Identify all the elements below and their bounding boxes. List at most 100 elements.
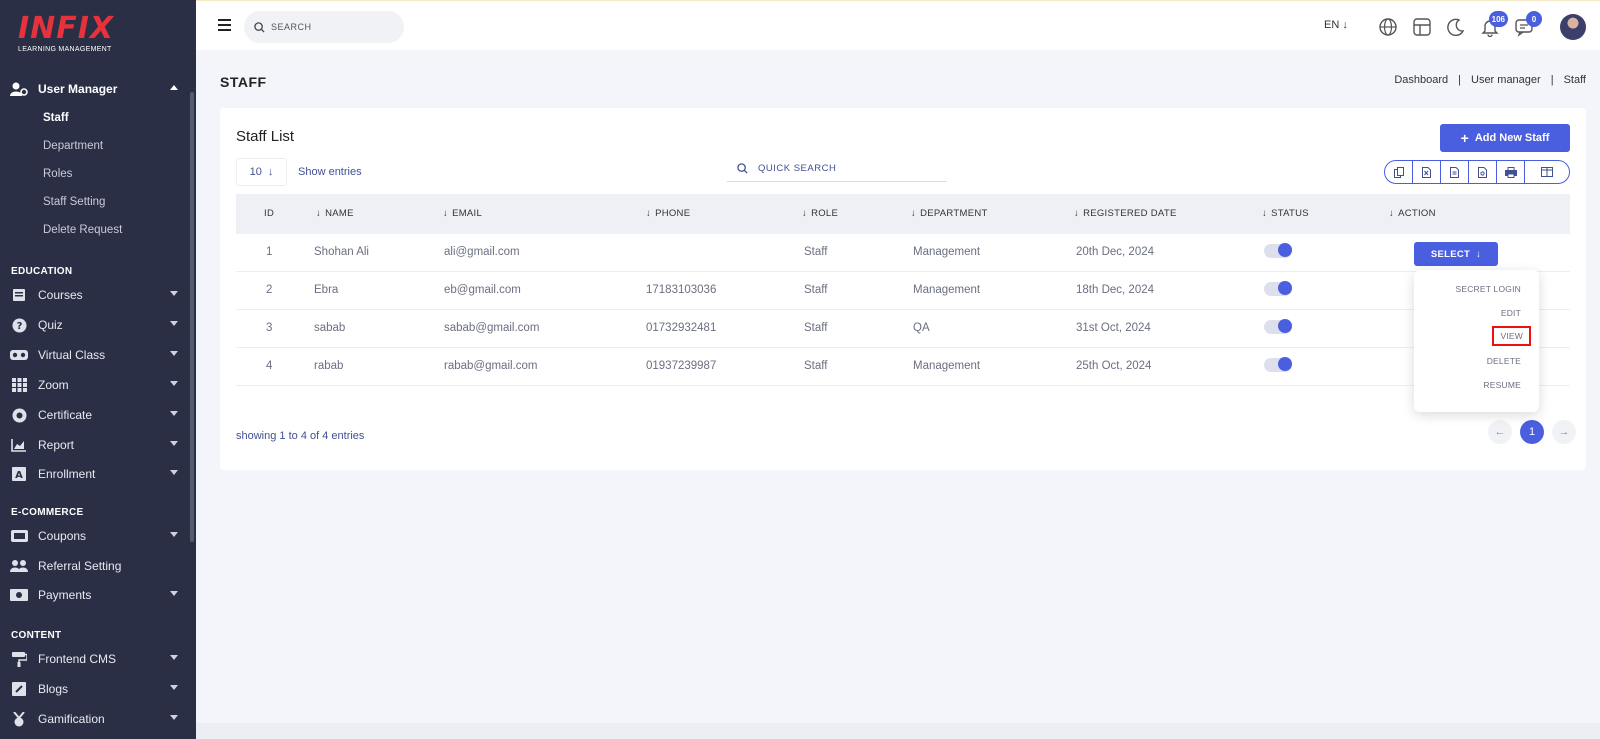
status-toggle[interactable]	[1264, 357, 1292, 372]
sidebar-subitem-delete-request[interactable]: Delete Request	[43, 224, 122, 236]
header-search[interactable]	[244, 11, 404, 43]
cell-id: 2	[266, 284, 273, 296]
sidebar-item-enrollment[interactable]: A Enrollment	[10, 464, 186, 484]
next-page-button[interactable]: →	[1552, 420, 1576, 444]
avatar[interactable]	[1560, 14, 1586, 40]
globe-icon[interactable]	[1378, 17, 1398, 37]
chevron-down-icon	[170, 381, 178, 386]
column-header-status[interactable]: ↓ STATUS	[1262, 208, 1309, 219]
sidebar-item-gamification[interactable]: Gamification	[10, 709, 186, 729]
sidebar-item-label: Frontend CMS	[38, 652, 117, 666]
sidebar-item-coupons[interactable]: Coupons	[10, 526, 186, 546]
dark-mode-icon[interactable]	[1446, 17, 1466, 37]
copy-button[interactable]	[1385, 161, 1413, 183]
sidebar-item-frontend-cms[interactable]: Frontend CMS	[10, 649, 186, 669]
pdf-button[interactable]	[1469, 161, 1497, 183]
logo-tagline: LEARNING MANAGEMENT	[18, 46, 112, 53]
search-input[interactable]	[271, 22, 391, 32]
excel-button[interactable]	[1413, 161, 1441, 183]
sidebar-item-payments[interactable]: Payments	[10, 585, 186, 605]
copy-icon	[1393, 166, 1404, 178]
sort-arrow-icon: ↓	[911, 208, 917, 219]
column-header-email[interactable]: ↓ EMAIL	[443, 208, 482, 219]
column-header-name[interactable]: ↓ NAME	[316, 208, 354, 219]
message-icon[interactable]: 0	[1514, 11, 1542, 37]
status-toggle[interactable]	[1264, 319, 1292, 334]
row-action-select-button[interactable]: SELECT ↓	[1414, 242, 1498, 266]
chart-icon	[10, 437, 28, 453]
notification-badge: 106	[1488, 11, 1508, 27]
table-row: 2 Ebra eb@gmail.com 17183103036 Staff Ma…	[236, 272, 1570, 310]
sort-arrow-icon: ↓	[316, 208, 322, 219]
quick-search[interactable]	[727, 156, 947, 182]
breadcrumb-user-manager[interactable]: User manager	[1471, 74, 1541, 86]
column-header-label: ACTION	[1398, 208, 1436, 219]
column-header-action[interactable]: ↓ ACTION	[1389, 208, 1436, 219]
sort-arrow-icon: ↓	[646, 208, 652, 219]
cell-name: sabab	[314, 322, 346, 334]
sidebar-item-label: Certificate	[38, 408, 93, 422]
hamburger-menu-icon[interactable]	[218, 19, 231, 31]
sidebar-item-report[interactable]: Report	[10, 435, 186, 455]
print-button[interactable]	[1497, 161, 1525, 183]
csv-button[interactable]	[1441, 161, 1469, 183]
sidebar-subitem-roles[interactable]: Roles	[43, 168, 72, 180]
breadcrumb-dashboard[interactable]: Dashboard	[1394, 74, 1448, 86]
cell-department: Management	[913, 246, 981, 258]
column-header-label: EMAIL	[452, 208, 483, 219]
column-header-registered-date[interactable]: ↓ REGISTERED DATE	[1074, 208, 1177, 219]
users-icon	[10, 558, 28, 574]
sidebar-item-label: Gamification	[38, 712, 105, 726]
sidebar-item-label: Coupons	[38, 529, 87, 543]
entries-per-page-select[interactable]: 10 ↓	[236, 158, 287, 186]
cell-id: 4	[266, 360, 273, 372]
sidebar-item-referral-setting[interactable]: Referral Setting	[10, 556, 186, 576]
chevron-down-icon	[170, 470, 178, 475]
status-toggle[interactable]	[1264, 243, 1292, 258]
layout-icon[interactable]	[1412, 17, 1432, 37]
menu-item-edit[interactable]: EDIT	[1501, 308, 1521, 318]
sidebar-item-label: Zoom	[38, 378, 69, 392]
column-header-id[interactable]: ID	[264, 208, 274, 219]
add-new-staff-label: Add New Staff	[1474, 132, 1550, 144]
sidebar-item-user-manager[interactable]: User Manager	[10, 79, 186, 99]
notification-bell-icon[interactable]: 106	[1480, 11, 1508, 38]
sidebar-item-courses[interactable]: Courses	[10, 285, 186, 305]
plus-icon: +	[1460, 130, 1469, 146]
language-selector[interactable]: EN ↓	[1324, 19, 1348, 31]
sidebar-item-certificate[interactable]: Certificate	[10, 405, 186, 425]
page-button[interactable]: 1	[1520, 420, 1544, 444]
quick-search-input[interactable]	[758, 163, 890, 174]
sidebar-item-virtual-class[interactable]: Virtual Class	[10, 345, 186, 365]
column-header-department[interactable]: ↓ DEPARTMENT	[911, 208, 988, 219]
menu-item-delete[interactable]: DELETE	[1487, 356, 1521, 366]
menu-item-resume[interactable]: RESUME	[1483, 380, 1521, 390]
sidebar-scrollbar[interactable]	[190, 92, 194, 542]
sidebar-item-zoom[interactable]: Zoom	[10, 375, 186, 395]
menu-item-view[interactable]: VIEW	[1492, 326, 1531, 346]
prev-page-button[interactable]: ←	[1488, 420, 1512, 444]
sidebar: INFIX LEARNING MANAGEMENT User Manager S…	[0, 0, 196, 739]
cell-role: Staff	[804, 284, 828, 296]
sidebar-item-quiz[interactable]: ? Quiz	[10, 315, 186, 335]
column-header-phone[interactable]: ↓ PHONE	[646, 208, 690, 219]
add-new-staff-button[interactable]: + Add New Staff	[1440, 124, 1570, 152]
sidebar-subitem-staff[interactable]: Staff	[43, 112, 69, 124]
svg-text:A: A	[15, 470, 23, 481]
app-logo[interactable]: INFIX LEARNING MANAGEMENT	[18, 11, 115, 54]
search-icon	[737, 163, 748, 174]
vr-headset-icon	[10, 347, 28, 363]
sort-arrow-icon: ↓	[1074, 208, 1080, 219]
column-visibility-button[interactable]	[1525, 161, 1569, 183]
column-header-role[interactable]: ↓ ROLE	[802, 208, 838, 219]
book-icon	[10, 287, 28, 303]
sidebar-subitem-department[interactable]: Department	[43, 140, 103, 152]
sidebar-item-label: Quiz	[38, 318, 63, 332]
paint-roller-icon	[10, 651, 28, 667]
sidebar-subitem-staff-setting[interactable]: Staff Setting	[43, 196, 105, 208]
menu-item-secret-login[interactable]: SECRET LOGIN	[1455, 284, 1521, 294]
printer-icon	[1504, 166, 1517, 178]
logo-mark: INFIX	[18, 11, 115, 46]
sidebar-item-blogs[interactable]: Blogs	[10, 679, 186, 699]
status-toggle[interactable]	[1264, 281, 1292, 296]
